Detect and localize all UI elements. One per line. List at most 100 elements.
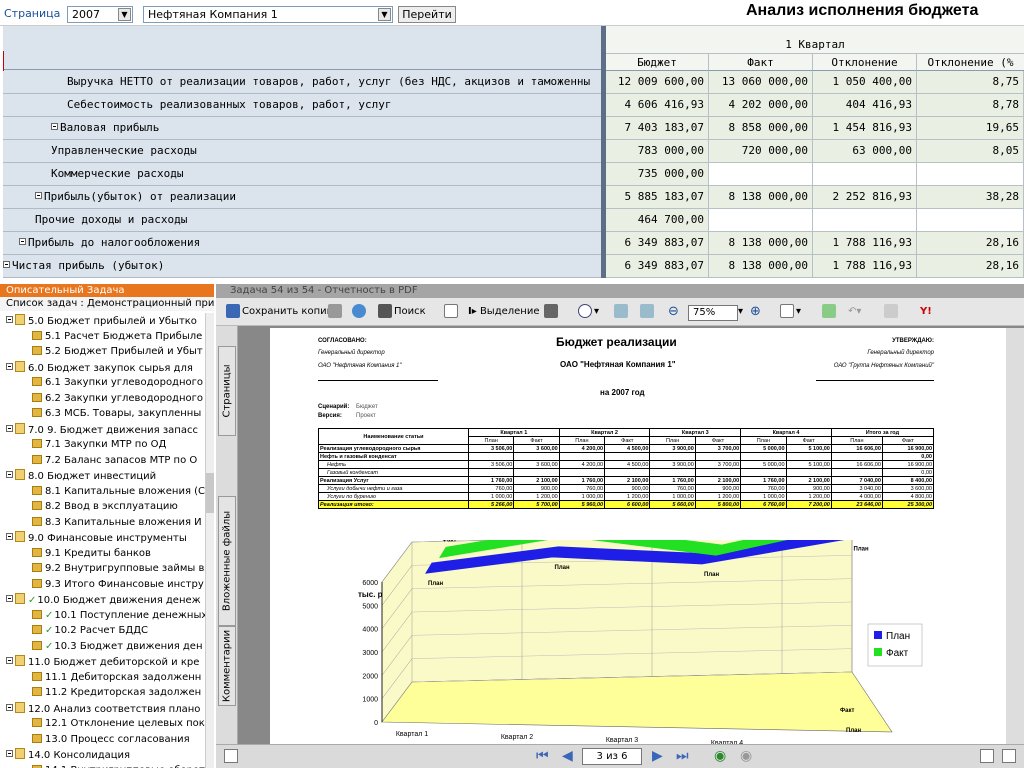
prev-page-button[interactable]: ◀ <box>562 747 573 765</box>
collapse-icon[interactable] <box>6 595 13 602</box>
panel-toggle-icon[interactable] <box>224 749 238 763</box>
task-tree-item[interactable]: 6.0 Бюджет закупок сырья для <box>0 360 208 376</box>
task-tree-item[interactable]: 11.0 Бюджет дебиторской и кре <box>0 654 208 670</box>
grid-cell-fact[interactable]: 8 138 000,00 <box>709 232 813 255</box>
task-tree-item[interactable]: 6.1 Закупки углеводородного <box>0 375 208 391</box>
grid-cell-dev[interactable] <box>813 209 917 232</box>
next-page-button[interactable]: ▶ <box>652 747 663 765</box>
zoom-input[interactable]: 75% <box>688 305 738 321</box>
task-tree-item[interactable]: 14.1 Внутригрупповые оборот <box>0 763 208 768</box>
grid-cell-pct[interactable]: 8,75 <box>917 71 1024 94</box>
grid-row-label[interactable]: Коммерческие расходы <box>3 163 601 186</box>
task-tree-item[interactable]: 7.2 Баланс запасов МТР по О <box>0 453 208 469</box>
task-tree-item[interactable]: 12.1 Отклонение целевых пок <box>0 716 208 732</box>
task-tree-item[interactable]: 7.0 9. Бюджет движения запасс <box>0 422 208 438</box>
forward-button[interactable]: ◉ <box>740 747 752 765</box>
undo-button[interactable]: ↶▾ <box>848 303 861 321</box>
collapse-icon[interactable] <box>6 657 13 664</box>
grid-row-label[interactable]: Прочие доходы и расходы <box>3 209 601 232</box>
yahoo-button[interactable]: Y! <box>920 303 932 321</box>
chevron-down-icon[interactable]: ▼ <box>378 8 391 21</box>
grid-cell-budget[interactable]: 6 349 883,07 <box>606 255 709 278</box>
grid-cell-pct[interactable]: 8,05 <box>917 140 1024 163</box>
task-tree-item[interactable]: 5.0 Бюджет прибылей и Убытко <box>0 313 208 329</box>
collapse-icon[interactable] <box>3 261 10 268</box>
last-page-button[interactable]: ⏭ <box>676 747 689 765</box>
grid-cell-dev[interactable]: 1 050 400,00 <box>813 71 917 94</box>
page-number-input[interactable]: 3 из 6 <box>582 748 642 765</box>
task-tree-item[interactable]: 8.3 Капитальные вложения И <box>0 515 208 531</box>
zoom-out-button[interactable]: ⊖ <box>668 303 679 321</box>
collapse-icon[interactable] <box>35 192 42 199</box>
grid-cell-budget[interactable]: 464 700,00 <box>606 209 709 232</box>
task-tree-item[interactable]: 9.1 Кредиты банков <box>0 546 208 562</box>
col-budget[interactable]: Бюджет <box>606 54 709 71</box>
collapse-icon[interactable] <box>6 750 13 757</box>
grid-cell-fact[interactable]: 4 202 000,00 <box>709 94 813 117</box>
snapshot-button[interactable] <box>544 303 560 321</box>
task-tree-item[interactable]: ✓10.0 Бюджет движения денеж <box>0 592 208 608</box>
print-button[interactable] <box>328 303 344 321</box>
first-page-button[interactable]: ⏮ <box>536 747 549 765</box>
grid-row-label[interactable]: Валовая прибыль <box>3 117 601 140</box>
col-deviation[interactable]: Отклонение <box>813 54 917 71</box>
collapse-icon[interactable] <box>6 316 13 323</box>
grid-cell-fact[interactable]: 8 858 000,00 <box>709 117 813 140</box>
tools-button[interactable] <box>884 303 900 321</box>
go-button[interactable]: Перейти <box>398 6 456 23</box>
grid-cell-dev[interactable]: 1 788 116,93 <box>813 255 917 278</box>
grid-cell-dev[interactable]: 404 416,93 <box>813 94 917 117</box>
grid-cell-dev[interactable]: 1 454 816,93 <box>813 117 917 140</box>
task-tree-item[interactable]: 7.1 Закупки МТР по ОД <box>0 437 208 453</box>
task-tree-item[interactable]: ✓10.3 Бюджет движения ден <box>0 639 208 655</box>
chevron-down-icon[interactable]: ▼ <box>118 8 131 21</box>
grid-row-label[interactable]: Прибыль до налогообложения <box>3 232 601 255</box>
grid-cell-budget[interactable]: 12 009 600,00 <box>606 71 709 94</box>
collapse-icon[interactable] <box>6 533 13 540</box>
grid-cell-fact[interactable]: 8 138 000,00 <box>709 255 813 278</box>
task-tree-item[interactable]: 9.3 Итого Финансовые инстру <box>0 577 208 593</box>
year-select[interactable]: 2007 ▼ <box>67 6 133 23</box>
task-tree-item[interactable]: 8.0 Бюджет инвестиций <box>0 468 208 484</box>
grid-row-label[interactable]: Управленческие расходы <box>3 140 601 163</box>
hand-tool-button[interactable] <box>444 303 460 321</box>
pdf-scrollbar[interactable] <box>1006 328 1024 744</box>
grid-cell-pct[interactable]: 28,16 <box>917 255 1024 278</box>
grid-row-label[interactable]: Прибыль(убыток) от реализации <box>3 186 601 209</box>
back-button[interactable]: ◉ <box>714 747 726 765</box>
grid-row-label[interactable]: Выручка НЕТТО от реализации товаров, раб… <box>3 71 601 94</box>
grid-cell-fact[interactable]: 8 138 000,00 <box>709 186 813 209</box>
task-tree-item[interactable]: 8.1 Капитальные вложения (С <box>0 484 208 500</box>
sidebar-scrollbar[interactable] <box>205 313 214 768</box>
task-tree-item[interactable]: ✓10.2 Расчет БДДС <box>0 623 208 639</box>
grid-cell-pct[interactable]: 38,28 <box>917 186 1024 209</box>
tab-comments[interactable]: Комментарии <box>218 626 236 706</box>
task-tree-item[interactable]: 12.0 Анализ соответствия плано <box>0 701 208 717</box>
task-tree-item[interactable]: ✓10.1 Поступление денежных <box>0 608 208 624</box>
tab-pages[interactable]: Страницы <box>218 346 236 436</box>
grid-cell-pct[interactable]: 28,16 <box>917 232 1024 255</box>
save-copy-button[interactable]: Сохранить копию <box>226 303 335 321</box>
grid-row-label[interactable]: Себестоимость реализованных товаров, раб… <box>3 94 601 117</box>
grid-cell-pct[interactable] <box>917 209 1024 232</box>
task-tree-item[interactable]: 13.0 Процесс согласования <box>0 732 208 748</box>
task-tree-item[interactable]: 14.0 Консолидация <box>0 747 208 763</box>
company-select[interactable]: Нефтяная Компания 1 ▼ <box>143 6 393 23</box>
task-tree-item[interactable]: 5.2 Бюджет Прибылей и Убыт <box>0 344 208 360</box>
zoom-dropdown-arrow[interactable]: ▾ <box>738 303 743 321</box>
grid-row-label[interactable]: Чистая прибыль (убыток) <box>3 255 601 278</box>
fit-width-button[interactable] <box>640 303 656 321</box>
sidebar-tabs[interactable]: Описательный Задача <box>0 284 214 297</box>
grid-cell-budget[interactable]: 6 349 883,07 <box>606 232 709 255</box>
select-tool-button[interactable]: I▸ Выделение <box>468 303 540 321</box>
task-tree-item[interactable]: 9.0 Финансовые инструменты <box>0 530 208 546</box>
collapse-icon[interactable] <box>6 471 13 478</box>
task-tree-item[interactable]: 8.2 Ввод в эксплуатацию <box>0 499 208 515</box>
collapse-icon[interactable] <box>19 238 26 245</box>
collapse-icon[interactable] <box>6 424 13 432</box>
grid-cell-budget[interactable]: 7 403 183,07 <box>606 117 709 140</box>
zoom-in-tool[interactable]: ▾ <box>578 303 599 321</box>
grid-cell-budget[interactable]: 735 000,00 <box>606 163 709 186</box>
grid-cell-budget[interactable]: 4 606 416,93 <box>606 94 709 117</box>
grid-cell-pct[interactable] <box>917 163 1024 186</box>
